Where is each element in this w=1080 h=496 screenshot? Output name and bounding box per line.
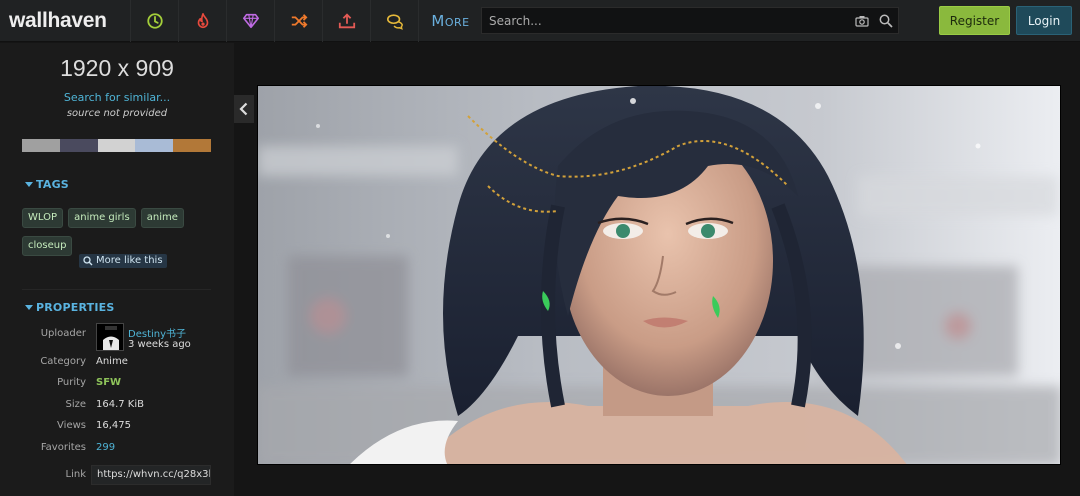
nav-icons: More xyxy=(130,0,482,42)
palette-swatch[interactable] xyxy=(97,139,136,152)
search-icon xyxy=(83,256,93,266)
hot-button[interactable] xyxy=(178,0,226,42)
site-logo[interactable]: wallhaven xyxy=(0,9,130,33)
uploader-label: Uploader xyxy=(40,328,86,339)
shuffle-icon xyxy=(291,13,307,28)
tags-section-toggle[interactable]: TAGS xyxy=(25,178,69,191)
uploader-name[interactable]: Destiny书子 xyxy=(128,325,186,340)
tag[interactable]: anime xyxy=(140,208,184,228)
toplist-button[interactable] xyxy=(226,0,274,42)
category-value: Anime xyxy=(96,356,128,367)
upload-time: 3 weeks ago xyxy=(128,339,191,350)
more-like-this-label: More like this xyxy=(96,255,163,266)
favorites-label: Favorites xyxy=(40,442,86,453)
search-bar xyxy=(481,7,899,34)
upload-icon xyxy=(338,12,355,28)
size-value: 164.7 KiB xyxy=(96,399,145,410)
tag-list: WLOP anime girls anime closeup xyxy=(22,205,212,261)
properties-section-toggle[interactable]: PROPERTIES xyxy=(25,301,114,314)
random-button[interactable] xyxy=(274,0,322,42)
wallpaper-sidebar: 1920 x 909 Search for similar... source … xyxy=(0,43,234,496)
section-divider xyxy=(22,289,211,290)
size-label: Size xyxy=(65,399,86,410)
palette-swatch[interactable] xyxy=(22,139,60,152)
source-text: source not provided xyxy=(66,108,168,119)
purity-label: Purity xyxy=(57,377,86,388)
resolution-heading[interactable]: 1920 x 909 xyxy=(0,55,234,82)
fire-icon xyxy=(197,12,208,28)
caret-down-icon xyxy=(25,182,33,187)
views-value: 16,475 xyxy=(96,420,131,431)
properties-title: PROPERTIES xyxy=(36,301,115,314)
gem-icon xyxy=(242,13,259,28)
palette-swatch[interactable] xyxy=(173,139,211,152)
uploader-avatar[interactable] xyxy=(96,323,124,351)
sidebar-collapse-button[interactable] xyxy=(234,95,254,123)
camera-icon[interactable] xyxy=(850,15,874,27)
search-input[interactable] xyxy=(482,13,850,28)
short-link-field[interactable]: https://whvn.cc/q28x3l xyxy=(91,465,211,485)
top-navbar: wallhaven More Register Login xyxy=(0,0,1080,42)
caret-down-icon xyxy=(25,305,33,310)
favorites-value[interactable]: 299 xyxy=(96,442,115,453)
purity-value: SFW xyxy=(96,377,122,388)
tag[interactable]: closeup xyxy=(22,236,73,256)
more-label: More xyxy=(431,11,470,30)
search-similar-link[interactable]: Search for similar... xyxy=(0,91,234,104)
search-icon[interactable] xyxy=(874,14,898,28)
latest-button[interactable] xyxy=(130,0,178,42)
wallpaper-artwork xyxy=(258,86,1060,464)
more-menu[interactable]: More xyxy=(418,0,482,42)
register-button[interactable]: Register xyxy=(939,6,1010,35)
palette-swatch[interactable] xyxy=(59,139,98,152)
tag[interactable]: anime girls xyxy=(68,208,136,228)
chevron-left-icon xyxy=(239,102,248,116)
category-label: Category xyxy=(40,356,86,367)
tag[interactable]: WLOP xyxy=(22,208,64,228)
link-label: Link xyxy=(65,469,86,480)
chat-icon xyxy=(386,13,403,30)
forums-button[interactable] xyxy=(370,0,418,42)
login-button[interactable]: Login xyxy=(1016,6,1072,35)
palette-swatch[interactable] xyxy=(135,139,174,152)
wallpaper-image[interactable] xyxy=(257,85,1061,465)
views-label: Views xyxy=(57,420,86,431)
more-like-this-button[interactable]: More like this xyxy=(79,254,167,268)
tags-title: TAGS xyxy=(36,178,69,191)
color-palette xyxy=(22,139,211,152)
upload-button[interactable] xyxy=(322,0,370,42)
clock-icon xyxy=(146,12,163,29)
